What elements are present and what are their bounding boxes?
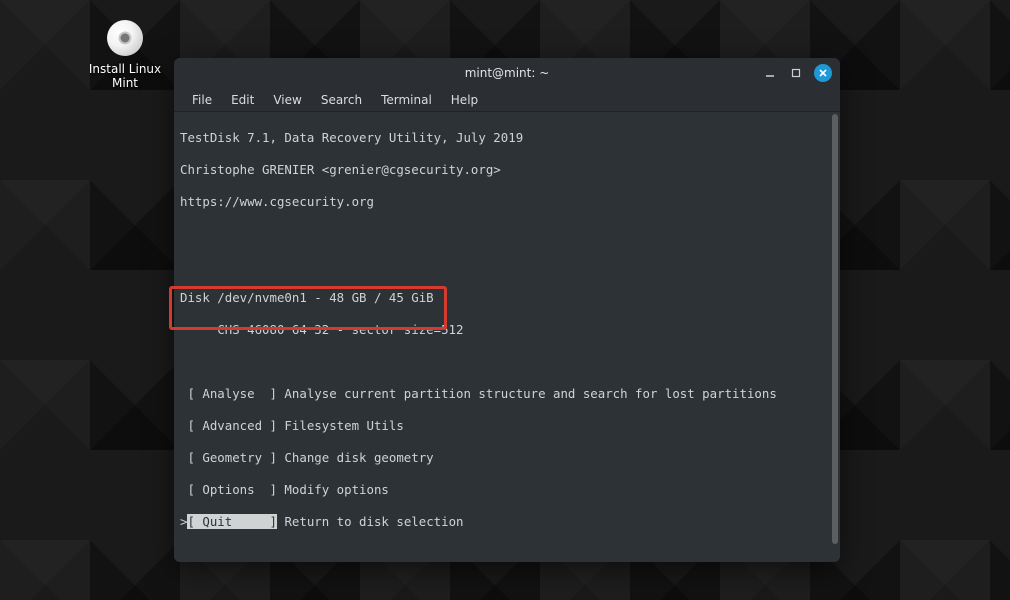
desktop-icon-install-linux-mint[interactable]: Install Linux Mint bbox=[80, 20, 170, 90]
menu-edit[interactable]: Edit bbox=[223, 91, 262, 109]
window-title: mint@mint: ~ bbox=[465, 66, 550, 80]
menu-terminal[interactable]: Terminal bbox=[373, 91, 440, 109]
window-controls bbox=[762, 58, 832, 88]
quit-selected-bracket: [ Quit ] bbox=[187, 514, 277, 529]
term-line-blank bbox=[180, 258, 834, 274]
menu-view[interactable]: View bbox=[265, 91, 309, 109]
term-line-disk2: CHS 46080 64 32 - sector size=512 bbox=[180, 322, 834, 338]
menu-help[interactable]: Help bbox=[443, 91, 486, 109]
terminal-body[interactable]: TestDisk 7.1, Data Recovery Utility, Jul… bbox=[174, 112, 840, 562]
window-minimize-button[interactable] bbox=[762, 65, 778, 81]
close-icon bbox=[818, 68, 828, 78]
disc-icon bbox=[107, 20, 143, 56]
terminal-scrollbar[interactable] bbox=[832, 114, 838, 544]
term-line-header1: TestDisk 7.1, Data Recovery Utility, Jul… bbox=[180, 130, 834, 146]
term-line-header3: https://www.cgsecurity.org bbox=[180, 194, 834, 210]
quit-description: Return to disk selection bbox=[277, 514, 464, 529]
menubar: File Edit View Search Terminal Help bbox=[174, 88, 840, 112]
term-line-header2: Christophe GRENIER <grenier@cgsecurity.o… bbox=[180, 162, 834, 178]
term-line-disk1: Disk /dev/nvme0n1 - 48 GB / 45 GiB bbox=[180, 290, 834, 306]
window-close-button[interactable] bbox=[814, 64, 832, 82]
term-line-analyse: [ Analyse ] Analyse current partition st… bbox=[180, 386, 834, 402]
term-line-advanced: [ Advanced ] Filesystem Utils bbox=[180, 418, 834, 434]
term-line-blank bbox=[180, 546, 834, 562]
term-line-blank bbox=[180, 354, 834, 370]
menu-search[interactable]: Search bbox=[313, 91, 370, 109]
term-line-blank bbox=[180, 226, 834, 242]
menu-file[interactable]: File bbox=[184, 91, 220, 109]
terminal-window: mint@mint: ~ File Edit View Search Termi… bbox=[174, 58, 840, 562]
window-titlebar[interactable]: mint@mint: ~ bbox=[174, 58, 840, 88]
desktop-icon-label: Install Linux Mint bbox=[80, 62, 170, 90]
term-line-geometry: [ Geometry ] Change disk geometry bbox=[180, 450, 834, 466]
maximize-icon bbox=[791, 68, 801, 78]
term-line-options: [ Options ] Modify options bbox=[180, 482, 834, 498]
window-maximize-button[interactable] bbox=[788, 65, 804, 81]
term-line-quit: >[ Quit ] Return to disk selection bbox=[180, 514, 834, 530]
minimize-icon bbox=[765, 68, 775, 78]
